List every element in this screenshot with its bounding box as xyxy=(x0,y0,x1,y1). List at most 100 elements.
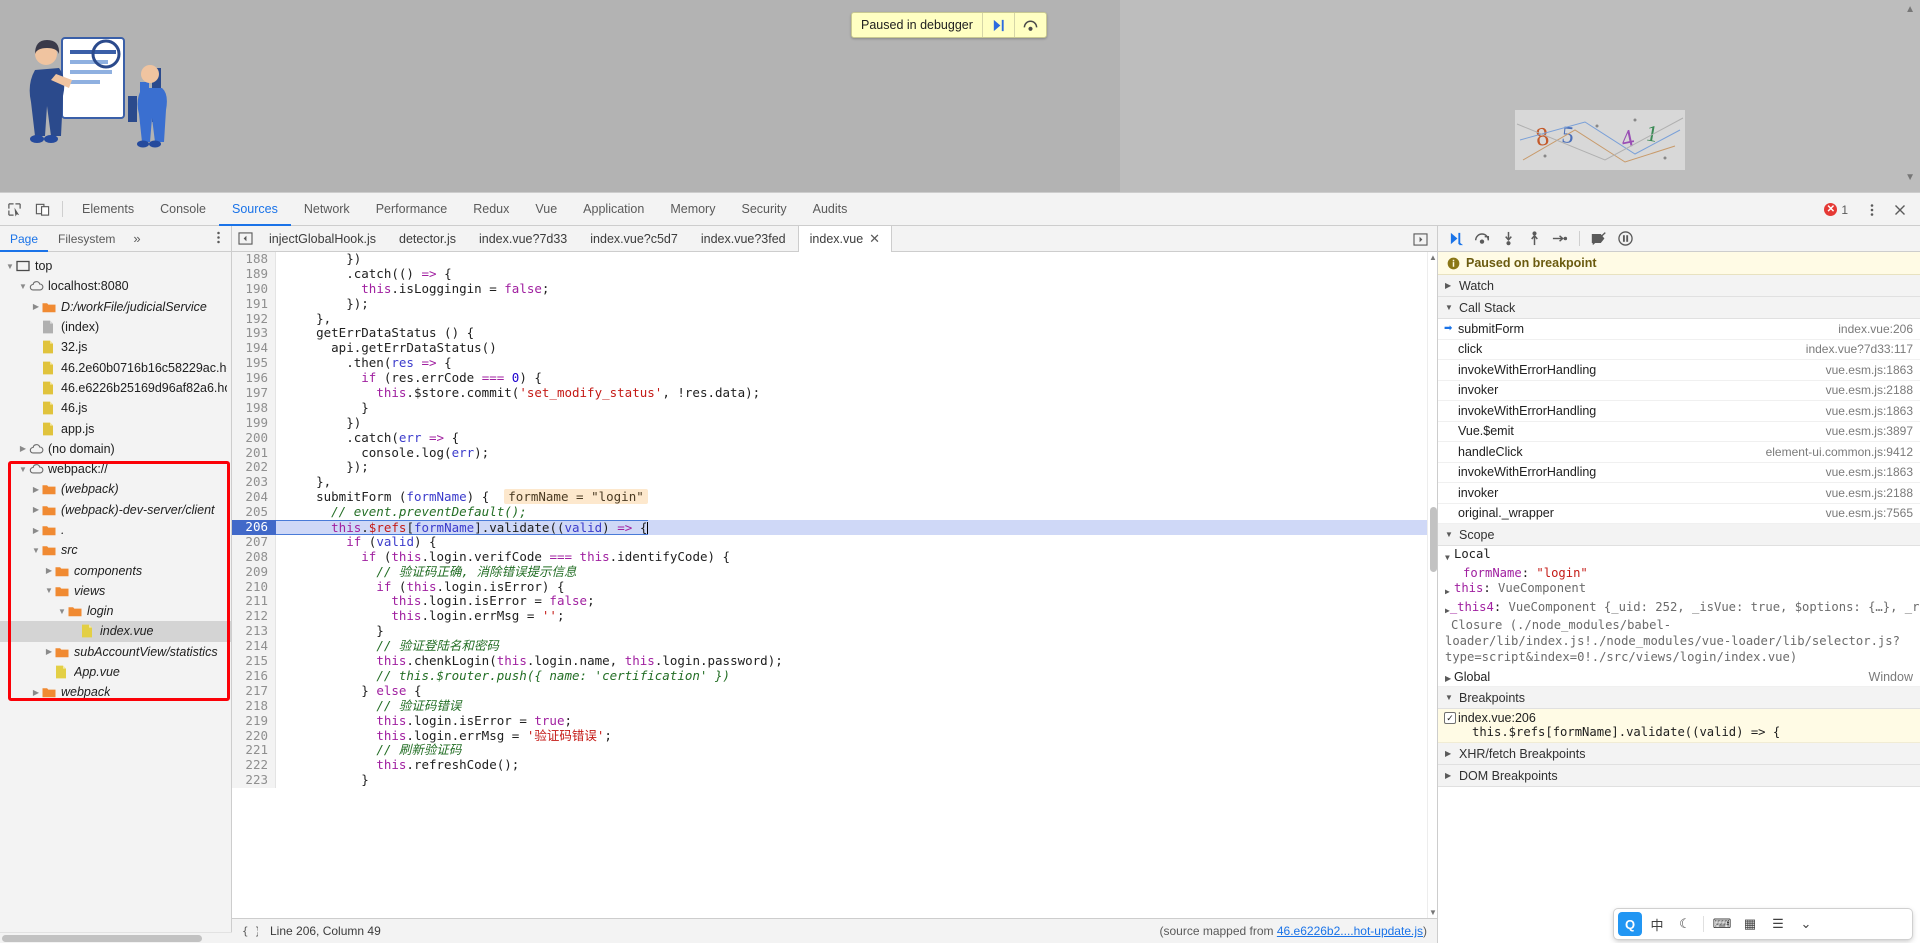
scope-entry[interactable]: formName: "login" xyxy=(1445,566,1920,582)
code-line[interactable]: 213 } xyxy=(232,623,1427,640)
call-stack-list[interactable]: ➡ submitForm index.vue:206 click index.vue?7… xyxy=(1438,319,1920,524)
source-tab-indexvue-c5d7[interactable]: index.vue?c5d7 xyxy=(579,226,690,252)
scope-entry[interactable]: type=script&index=0!./src/views/login/in… xyxy=(1445,650,1920,666)
code-line[interactable]: 212 this.login.errMsg = ''; xyxy=(232,608,1427,625)
breakpoint-location-row[interactable]: ✓ index.vue:206 xyxy=(1444,711,1913,725)
scope-entry[interactable]: ▶ _this4: VueComponent {_uid: 252, _isVue… xyxy=(1445,600,1920,619)
code-line[interactable]: 207 if (valid) { xyxy=(232,534,1427,550)
navigator-menu-icon[interactable] xyxy=(212,230,225,245)
tab-network[interactable]: Network xyxy=(291,193,363,226)
line-text[interactable]: }, xyxy=(276,311,331,327)
tab-vue[interactable]: Vue xyxy=(522,193,570,226)
code-line[interactable]: 208 if (this.login.verifCode === this.id… xyxy=(232,549,1427,565)
ime-logo-icon[interactable]: Q xyxy=(1618,912,1642,936)
line-number[interactable]: 197 xyxy=(232,385,276,401)
tab-performance[interactable]: Performance xyxy=(363,193,461,226)
close-icon[interactable]: ✕ xyxy=(869,226,880,252)
line-number[interactable]: 190 xyxy=(232,281,276,297)
section-breakpoints[interactable]: ▼ Breakpoints xyxy=(1438,687,1920,710)
line-number[interactable]: 208 xyxy=(232,549,276,565)
tab-audits[interactable]: Audits xyxy=(800,193,861,226)
section-watch[interactable]: ▶ Watch xyxy=(1438,275,1920,297)
section-call-stack[interactable]: ▼ Call Stack xyxy=(1438,297,1920,319)
line-text[interactable]: if (this.login.isError) { xyxy=(276,579,564,595)
source-tab-injectglobalhook[interactable]: injectGlobalHook.js xyxy=(258,226,388,252)
tree-item[interactable]: ▶ D:/workFile/judicialService xyxy=(0,297,231,317)
chevron-down-icon[interactable]: ▼ xyxy=(4,262,16,271)
line-text[interactable]: // event.preventDefault(); xyxy=(276,504,527,520)
code-line[interactable]: 220 this.login.errMsg = '验证码错误'; xyxy=(232,728,1427,744)
pretty-print-icon[interactable]: { } xyxy=(240,921,260,941)
source-tab-detector[interactable]: detector.js xyxy=(388,226,468,252)
tree-item[interactable]: ▶46.js xyxy=(0,398,231,418)
line-text[interactable]: }) xyxy=(276,252,361,267)
line-number[interactable]: 215 xyxy=(232,653,276,669)
code-line[interactable]: 204 submitForm (formName) { formName = "… xyxy=(232,489,1427,506)
breakpoint-checkbox[interactable]: ✓ xyxy=(1444,712,1456,725)
chevron-down-icon[interactable]: ▼ xyxy=(17,282,29,291)
line-text[interactable]: this.chenkLogin(this.login.name, this.lo… xyxy=(276,653,782,669)
line-number[interactable]: 207 xyxy=(232,534,276,550)
banner-step-over-button[interactable] xyxy=(1013,13,1046,37)
line-text[interactable]: } xyxy=(276,400,369,416)
code-line[interactable]: 189 .catch(() => { xyxy=(232,266,1427,282)
tree-item[interactable]: ▶. xyxy=(0,520,231,540)
code-line[interactable]: 214 // 验证登陆名和密码 xyxy=(232,638,1427,655)
line-number[interactable]: 192 xyxy=(232,311,276,327)
code-line[interactable]: 190 this.isLoggingin = false; xyxy=(232,281,1427,297)
line-text[interactable]: // this.$router.push({ name: 'certificat… xyxy=(276,668,730,684)
chevron-down-icon[interactable]: ⌄ xyxy=(1793,911,1819,937)
line-text[interactable]: // 验证码错误 xyxy=(276,698,461,714)
line-number[interactable]: 188 xyxy=(232,252,276,267)
code-line[interactable]: 202 }); xyxy=(232,460,1427,476)
inspect-element-icon[interactable] xyxy=(0,195,28,223)
line-number[interactable]: 205 xyxy=(232,504,276,521)
navigator-horizontal-scrollbar[interactable] xyxy=(0,932,232,943)
line-number[interactable]: 221 xyxy=(232,742,276,759)
ime-toolbar[interactable]: Q 中 ☾ ⌨ ▦ ☰ ⌄ xyxy=(1614,909,1912,939)
device-toolbar-icon[interactable] xyxy=(28,195,56,223)
scope-entry[interactable]: ▶ this: VueComponent xyxy=(1445,581,1920,600)
chevron-down-icon[interactable]: ▼ xyxy=(56,607,68,616)
keyboard-icon[interactable]: ⌨ xyxy=(1709,911,1735,937)
line-text[interactable]: this.login.isError = true; xyxy=(276,713,572,729)
line-number[interactable]: 196 xyxy=(232,370,276,387)
code-line[interactable]: 188 }) xyxy=(232,252,1427,267)
show-navigator-icon[interactable] xyxy=(232,232,258,245)
line-text[interactable]: api.getErrDataStatus() xyxy=(276,340,497,356)
chevron-right-icon[interactable]: ▶ xyxy=(30,505,42,514)
code-line[interactable]: 215 this.chenkLogin(this.login.name, thi… xyxy=(232,653,1427,669)
resume-script-icon[interactable] xyxy=(1444,228,1468,250)
code-line[interactable]: 218 // 验证码错误 xyxy=(232,698,1427,714)
step-icon[interactable] xyxy=(1548,228,1572,250)
nav-tab-page[interactable]: Page xyxy=(0,226,48,252)
line-text[interactable]: .catch(() => { xyxy=(276,266,451,282)
editor-vertical-scrollbar[interactable]: ▲ ▼ xyxy=(1427,252,1437,918)
deactivate-breakpoints-icon[interactable] xyxy=(1587,228,1611,250)
moon-icon[interactable]: ☾ xyxy=(1672,911,1698,937)
code-line[interactable]: 191 }); xyxy=(232,296,1427,312)
tree-item[interactable]: ▶ (no domain) xyxy=(0,439,231,459)
menu-icon[interactable]: ☰ xyxy=(1765,911,1791,937)
line-text[interactable]: this.isLoggingin = false; xyxy=(276,281,549,297)
line-number[interactable]: 209 xyxy=(232,564,276,580)
line-text[interactable]: // 验证登陆名和密码 xyxy=(276,638,499,654)
call-stack-frame[interactable]: original._wrapper vue.esm.js:7565 xyxy=(1438,504,1920,524)
call-stack-frame[interactable]: invokeWithErrorHandling vue.esm.js:1863 xyxy=(1438,360,1920,381)
line-text[interactable]: }); xyxy=(276,460,369,475)
line-number[interactable]: 189 xyxy=(232,266,276,282)
tab-memory[interactable]: Memory xyxy=(657,193,728,226)
close-icon[interactable] xyxy=(1886,196,1914,224)
chevron-down-icon[interactable]: ▼ xyxy=(17,465,29,474)
tree-item[interactable]: ▶app.js xyxy=(0,418,231,438)
line-number[interactable]: 214 xyxy=(232,638,276,655)
code-line[interactable]: 205 // event.preventDefault(); xyxy=(232,504,1427,521)
source-tab-indexvue-7d33[interactable]: index.vue?7d33 xyxy=(468,226,579,252)
tree-item[interactable]: ▶46.2e60b0716b16c58229ac.hot xyxy=(0,357,231,377)
chevron-down-icon[interactable]: ▼ xyxy=(43,586,55,595)
tab-console[interactable]: Console xyxy=(147,193,219,226)
tree-item[interactable]: ▼ localhost:8080 xyxy=(0,276,231,296)
scope-entry[interactable]: Closure (./node_modules/babel- xyxy=(1445,618,1920,634)
line-text[interactable]: .then(res => { xyxy=(276,355,451,371)
line-number[interactable]: 194 xyxy=(232,340,276,357)
